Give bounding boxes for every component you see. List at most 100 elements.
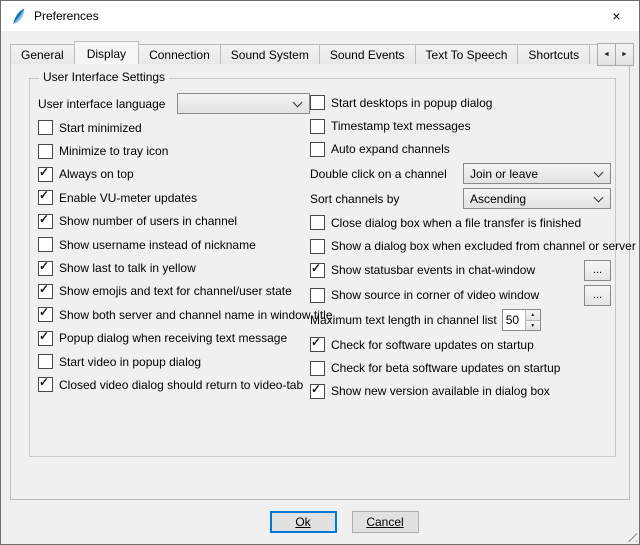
checkbox-label: Show new version available in dialog box [331,384,550,398]
max-text-length-label: Maximum text length in channel list [310,313,497,327]
spinner-value: 50 [503,310,525,330]
checkbox[interactable]: ✓ [310,337,325,352]
tab-sound-system[interactable]: Sound System [220,44,320,64]
checkbox-row[interactable]: ✓ Show emojis and text for channel/user … [38,280,310,303]
checkbox-row[interactable]: ✓ Show number of users in channel [38,210,310,233]
checkbox-label: Show both server and channel name in win… [59,308,333,322]
checkbox[interactable]: ✓ [38,120,53,135]
tab-scroll-right-button[interactable]: ► [615,43,634,66]
checkbox-label: Show last to talk in yellow [59,261,196,275]
app-icon [10,8,27,25]
titlebar[interactable]: Preferences × [1,1,639,31]
checkbox-row[interactable]: ✓ Start desktops in popup dialog [310,91,611,114]
tab-general[interactable]: General [10,44,75,64]
checkbox[interactable]: ✓ [310,142,325,157]
spin-down-icon[interactable]: ▼ [526,321,540,331]
checkbox-label: Show emojis and text for channel/user st… [59,284,292,298]
cancel-button[interactable]: Cancel [352,511,419,533]
checkbox-row[interactable]: ✓ Timestamp text messages [310,114,611,137]
checkbox-label: Show a dialog box when excluded from cha… [331,239,636,253]
arrow-left-icon: ◄ [603,51,610,58]
language-select[interactable] [177,93,310,114]
checkbox[interactable]: ✓ [310,239,325,254]
checkbox-label: Check for beta software updates on start… [331,361,560,375]
checkbox-label: Popup dialog when receiving text message [59,331,287,345]
group-title: User Interface Settings [39,70,169,84]
checkbox[interactable]: ✓ [38,354,53,369]
checkbox-label: Check for software updates on startup [331,338,534,352]
spin-up-icon[interactable]: ▲ [526,310,540,321]
checkbox-label: Show number of users in channel [59,214,237,228]
tab-sound-events[interactable]: Sound Events [319,44,416,64]
max-text-length-spinner[interactable]: 50 ▲ ▼ [502,309,541,331]
checkbox-row[interactable]: ✓ Start minimized [38,116,310,139]
checkbox-row[interactable]: ✓ Enable VU-meter updates [38,186,310,209]
tab-display[interactable]: Display [74,41,139,64]
checkbox[interactable]: ✓ [310,361,325,376]
close-button[interactable]: × [594,1,639,31]
checkbox[interactable]: ✓ [38,214,53,229]
double-click-label: Double click on a channel [310,167,447,181]
checkbox[interactable]: ✓ [310,384,325,399]
checkbox-row[interactable]: ✓ Show last to talk in yellow [38,256,310,279]
checkmark-icon: ✓ [39,283,49,296]
checkbox[interactable]: ✓ [38,144,53,159]
checkbox-label: Auto expand channels [331,142,450,156]
checkmark-icon: ✓ [39,306,49,319]
checkbox-row[interactable]: ✓ Show new version available in dialog b… [310,380,611,403]
checkbox-row[interactable]: ✓ Show a dialog box when excluded from c… [310,235,611,258]
checkbox-label: Timestamp text messages [331,119,471,133]
double-click-select[interactable]: Join or leave [463,163,611,184]
double-click-value: Join or leave [470,167,538,181]
checkmark-icon: ✓ [39,260,49,273]
tab-text-to-speech[interactable]: Text To Speech [415,44,519,64]
checkbox-row[interactable]: ✓ Close dialog box when a file transfer … [310,211,611,234]
checkbox-row[interactable]: ✓ Closed video dialog should return to v… [38,373,310,396]
checkbox[interactable]: ✓ [310,263,325,278]
checkmark-icon: ✓ [39,189,49,202]
checkbox-row[interactable]: ✓ Show both server and channel name in w… [38,303,310,326]
checkbox[interactable]: ✓ [310,119,325,134]
video-source-more-button[interactable]: ... [584,285,611,306]
checkbox-row[interactable]: ✓ Check for beta software updates on sta… [310,356,611,379]
language-label: User interface language [38,97,165,111]
ok-button[interactable]: Ok [270,511,337,533]
checkbox[interactable]: ✓ [38,307,53,322]
language-row: User interface language [38,91,310,116]
checkbox[interactable]: ✓ [38,190,53,205]
checkbox-row[interactable]: ✓ Start video in popup dialog [38,350,310,373]
sort-channels-label: Sort channels by [310,192,399,206]
checkmark-icon: ✓ [39,213,49,226]
checkbox-row[interactable]: ✓ Always on top [38,163,310,186]
statusbar-events-more-button[interactable]: ... [584,260,611,281]
preferences-window: Preferences × General Display Connection… [0,0,640,545]
tab-shortcuts[interactable]: Shortcuts [517,44,590,64]
checkbox[interactable]: ✓ [38,377,53,392]
tab-scroll-left-button[interactable]: ◄ [597,43,616,66]
checkbox[interactable]: ✓ [310,215,325,230]
chevron-down-icon [293,97,303,107]
checkbox[interactable]: ✓ [310,288,325,303]
checkbox-row[interactable]: ✓ Show username instead of nickname [38,233,310,256]
sort-channels-select[interactable]: Ascending [463,188,611,209]
checkbox-row[interactable]: ✓ Check for software updates on startup [310,333,611,356]
tab-connection[interactable]: Connection [138,44,221,64]
checkbox-row[interactable]: ✓ Minimize to tray icon [38,139,310,162]
checkbox-row[interactable]: ✓ Auto expand channels [310,138,611,161]
checkbox-row[interactable]: ✓ Popup dialog when receiving text messa… [38,327,310,350]
checkbox-label: Close dialog box when a file transfer is… [331,216,581,230]
checkbox[interactable]: ✓ [38,261,53,276]
statusbar-events-row: ✓ Show statusbar events in chat-window .… [310,258,611,283]
checkbox[interactable]: ✓ [38,331,53,346]
checkbox[interactable]: ✓ [38,284,53,299]
tab-bar: General Display Connection Sound System … [10,41,599,64]
checkbox[interactable]: ✓ [38,237,53,252]
right-column: ✓ Start desktops in popup dialog ✓ Times… [310,91,611,403]
checkbox[interactable]: ✓ [310,95,325,110]
checkbox[interactable]: ✓ [38,167,53,182]
checkbox-label: Start minimized [59,121,142,135]
close-icon: × [612,8,620,24]
checkmark-icon: ✓ [311,336,321,349]
checkbox-label: Show source in corner of video window [331,288,539,302]
checkbox-label: Start video in popup dialog [59,355,201,369]
